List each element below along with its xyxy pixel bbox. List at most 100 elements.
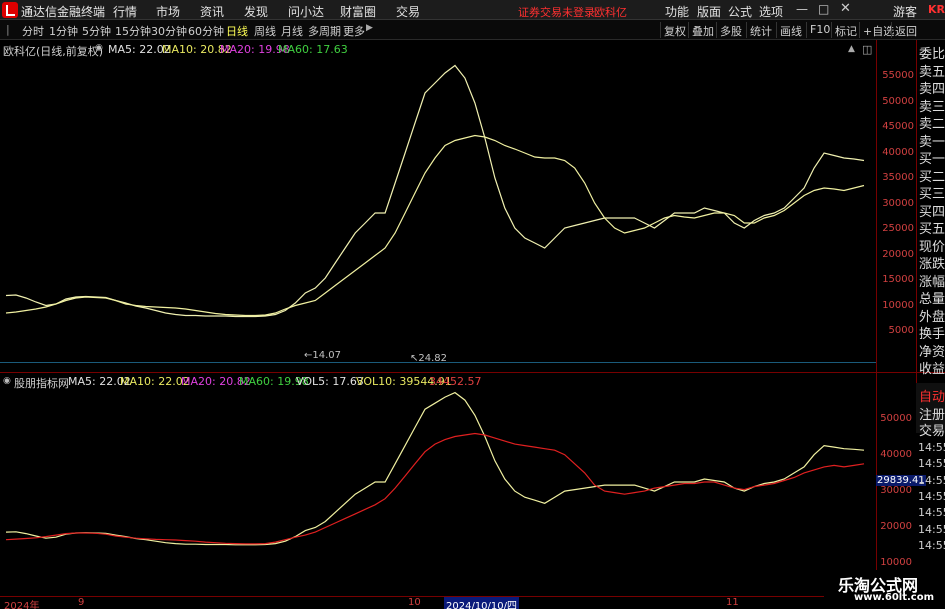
settings-icon[interactable]: ◉ — [95, 43, 103, 53]
zoom-icon[interactable]: ◫ — [862, 43, 872, 56]
y-tick-label: 10000 — [882, 299, 914, 311]
quote-field-label: 卖二 — [919, 117, 945, 132]
close-icon[interactable]: ✕ — [840, 1, 851, 16]
y-tick-label: 50000 — [882, 95, 914, 107]
menu-options[interactable]: 选项 — [759, 3, 783, 20]
low-marker-1: ←14.07 — [304, 350, 342, 361]
y-tick-label: 15000 — [882, 274, 914, 285]
quote-field-label: 委比 — [919, 47, 945, 62]
panel-border — [916, 40, 917, 410]
trade-time: 14:55 — [918, 506, 945, 520]
y-tick-label: 25000 — [882, 223, 914, 234]
tab-1min[interactable]: 1分钟 — [49, 23, 78, 39]
sub-settings-icon[interactable]: ◉ — [3, 376, 11, 386]
menu-ask[interactable]: 问小达 — [288, 3, 324, 20]
quote-field-label: 买二 — [919, 169, 945, 185]
x-label-nov: 11 — [726, 597, 739, 608]
menu-quotes[interactable]: 行情 — [113, 3, 137, 20]
quote-field-label: 总量 — [919, 292, 945, 307]
trade-time: 14:55 — [918, 441, 945, 454]
trade-time: 14:55 — [918, 522, 945, 536]
tab-5min[interactable]: 5分钟 — [82, 23, 111, 39]
menu-function[interactable]: 功能 — [665, 3, 689, 20]
sub-indicator-chart[interactable] — [0, 388, 876, 574]
main-chart-title[interactable]: 欧科亿(日线,前复权) — [3, 43, 103, 59]
quote-field-label: 外盘 — [919, 309, 945, 325]
quote-field-label: 净资 — [919, 344, 945, 360]
menu-news[interactable]: 资讯 — [200, 3, 224, 20]
menu-discover[interactable]: 发现 — [244, 3, 268, 20]
y-tick-label: 40000 — [882, 146, 914, 158]
mark-button[interactable]: 标记 — [831, 22, 860, 38]
series-line-ma10 — [5, 134, 865, 317]
app-logo-icon — [2, 2, 18, 18]
menu-trade[interactable]: 交易 — [396, 3, 420, 20]
overlay-button[interactable]: 叠加 — [688, 22, 717, 38]
sub-y-tick-label: 50000 — [880, 413, 912, 424]
menu-wealth[interactable]: 财富圈 — [340, 3, 376, 20]
tab-more[interactable]: 更多 — [343, 23, 365, 39]
sub-y-tick-label: 20000 — [880, 521, 912, 532]
more-arrow-icon[interactable]: ▶ — [366, 23, 373, 33]
series-line-ma10 — [5, 432, 865, 545]
menu-market[interactable]: 市场 — [156, 3, 180, 20]
tab-15min[interactable]: 15分钟 — [115, 23, 151, 39]
tab-timeshare[interactable]: 分时 — [22, 23, 44, 39]
title-bar: 通达信金融终端 行情 市场 资讯 发现 问小达 财富圈 交易 证券交易未登录 欧… — [0, 0, 945, 20]
sub-y-tick-label: 10000 — [880, 557, 912, 568]
sub-y-tick-label: 30000 — [880, 485, 912, 496]
quote-field-label: 涨跌 — [919, 257, 945, 272]
tab-weekly[interactable]: 周线 — [254, 23, 276, 39]
y-tick-label: 30000 — [882, 197, 914, 209]
quote-field-label: 现价 — [919, 239, 945, 255]
pan-up-icon[interactable]: ▲ — [848, 44, 855, 54]
main-price-chart[interactable] — [0, 58, 876, 364]
x-label-oct: 10 — [408, 597, 421, 608]
trade-time: 14:55 — [918, 457, 945, 471]
trade-time: 14:55 — [918, 538, 945, 552]
draw-button[interactable]: 画线 — [776, 22, 805, 38]
tab-daily[interactable]: 日线 — [226, 23, 248, 39]
maximize-icon[interactable]: □ — [818, 2, 829, 16]
stats-button[interactable]: 统计 — [746, 22, 775, 38]
quote-field-label: 买一 — [919, 152, 945, 167]
login-warning[interactable]: 证券交易未登录 — [518, 4, 595, 20]
sub-legend-value: 34452.57 — [429, 375, 482, 388]
multi-stock-button[interactable]: 多股 — [716, 22, 745, 38]
f10-button[interactable]: F10 — [806, 22, 833, 38]
trade-time: 14:55 — [918, 489, 945, 503]
minimize-icon[interactable]: — — [796, 2, 808, 16]
auto-label[interactable]: 自动 — [919, 386, 945, 405]
tab-multi-period[interactable]: 多周期 — [308, 23, 341, 39]
x-label-sep: 9 — [78, 597, 85, 608]
quote-field-label: 卖一 — [919, 134, 945, 150]
y-tick-label: 35000 — [882, 172, 914, 183]
pane-divider — [0, 372, 945, 373]
kr-badge: KR — [928, 3, 945, 16]
quote-field-label: 卖三 — [919, 99, 945, 115]
guest-label[interactable]: 游客 — [893, 3, 917, 20]
y-tick-label: 55000 — [882, 70, 914, 81]
tab-60min[interactable]: 60分钟 — [188, 23, 224, 39]
y-tick-label: 5000 — [888, 325, 914, 336]
low-marker-2: ↖24.82 — [410, 353, 448, 364]
sub-legend-ma10: MA10: 22.02 — [120, 375, 190, 388]
trade-label[interactable]: 交易 — [919, 420, 945, 439]
axis-separator — [876, 40, 877, 590]
y-tick-label: 45000 — [882, 121, 914, 132]
menu-formula[interactable]: 公式 — [728, 3, 752, 20]
tab-30min[interactable]: 30分钟 — [151, 23, 187, 39]
tab-monthly[interactable]: 月线 — [281, 23, 303, 39]
collapse-icon[interactable]: | — [6, 23, 10, 36]
back-button[interactable]: 返回 — [891, 22, 920, 38]
series-line-ma5 — [5, 391, 865, 546]
menu-layout[interactable]: 版面 — [697, 3, 721, 20]
quote-field-label: 收益 — [919, 362, 945, 377]
quote-field-label: 涨幅 — [919, 274, 945, 290]
x-cursor-date: 2024/10/10/四 — [444, 597, 520, 609]
period-toolbar: | 分时 1分钟 5分钟 15分钟 30分钟 60分钟 日线 周线 月线 多周期… — [0, 20, 945, 40]
watermark: 乐淘公式网 www.60lt.com — [824, 570, 945, 609]
quote-field-label: 买五 — [919, 222, 945, 237]
legend-ma60: MA60: 17.63 — [278, 43, 348, 56]
adjust-button[interactable]: 复权 — [660, 22, 689, 38]
